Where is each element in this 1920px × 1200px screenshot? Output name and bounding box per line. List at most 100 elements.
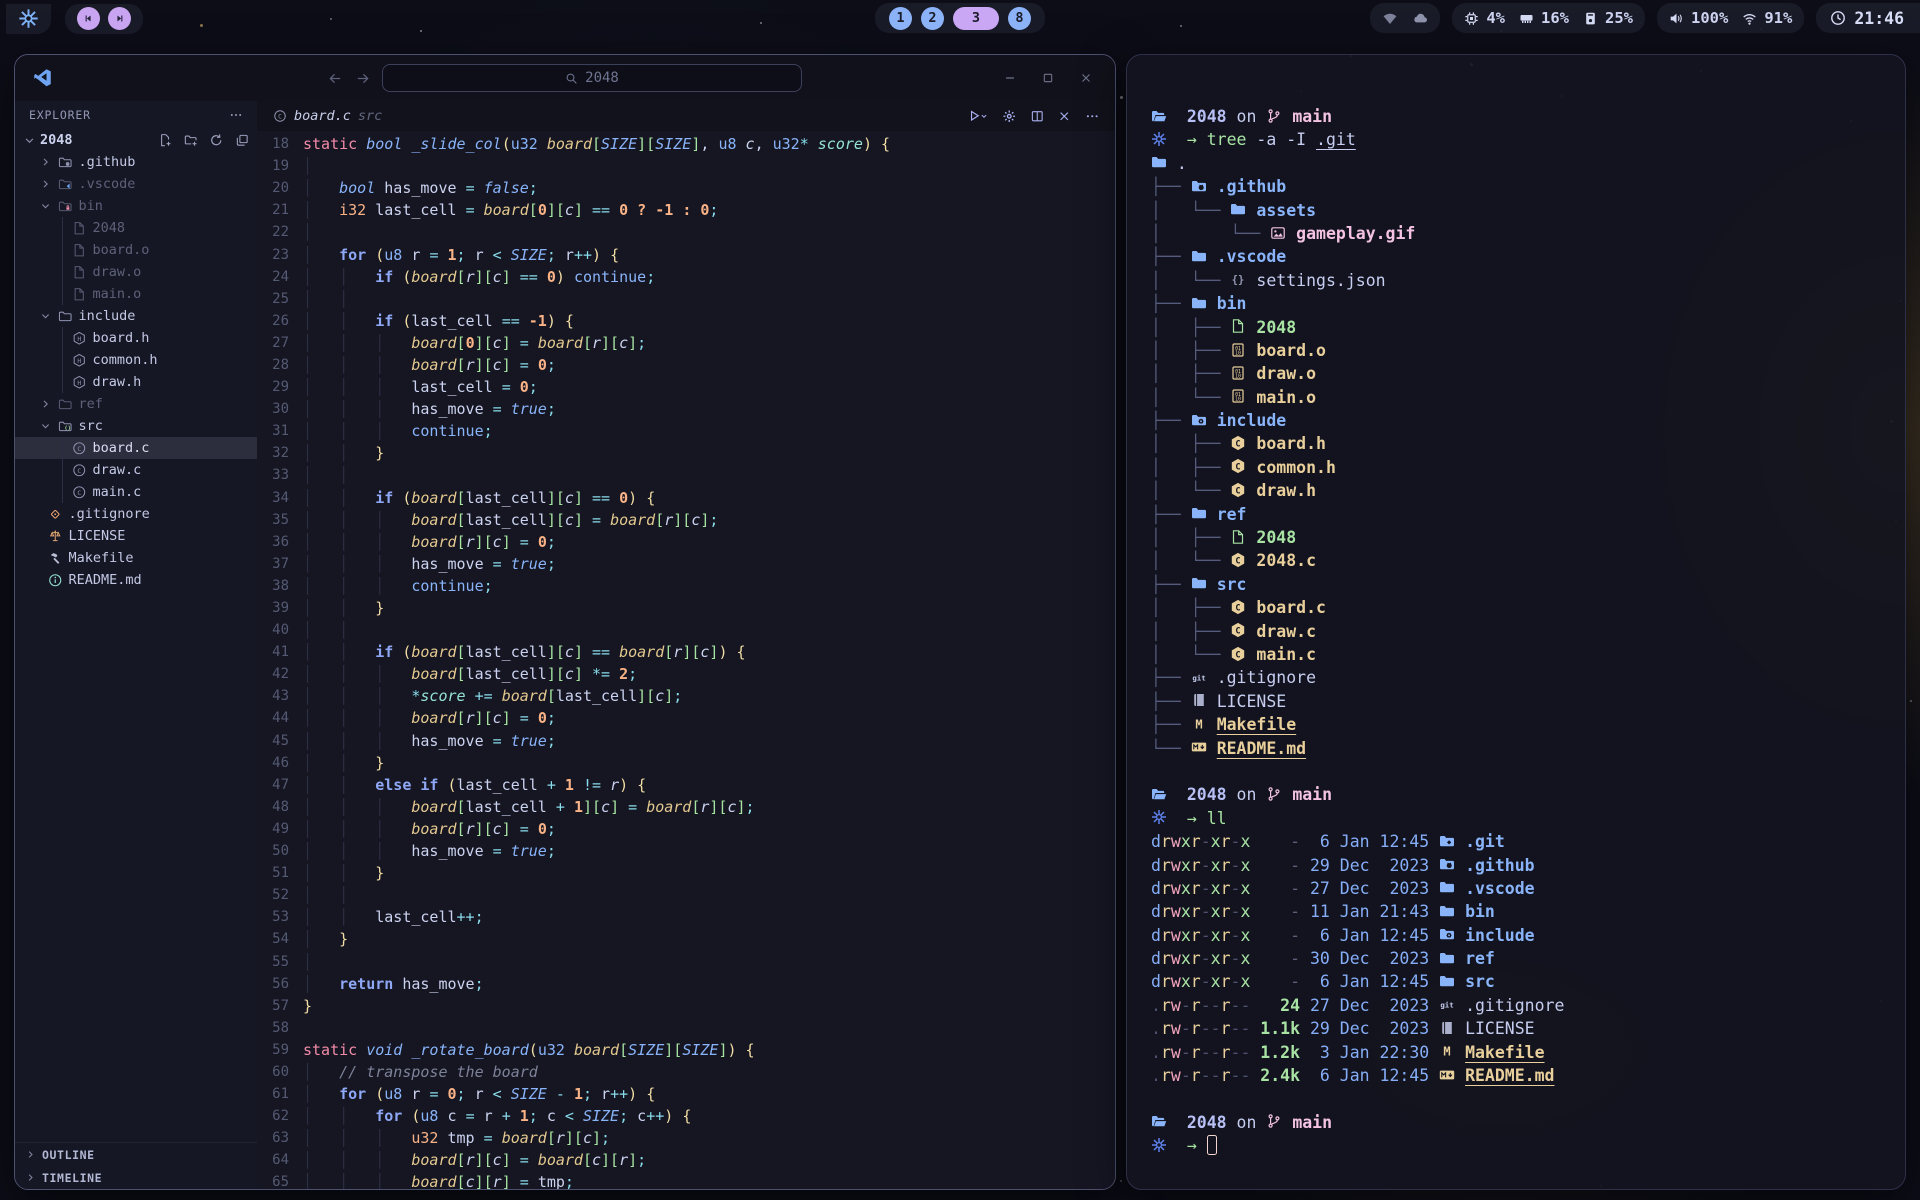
markdown-icon [1439,1067,1455,1083]
workspace-1[interactable]: 1 [889,7,912,30]
terminal-cursor[interactable] [1207,1135,1217,1155]
explorer-item-main.c[interactable]: Cmain.c [15,481,257,503]
terminal-line: 2048 on main [1151,1111,1881,1134]
clock-widget[interactable]: 21:46 [1816,3,1920,33]
settings-gear-icon[interactable] [1002,109,1017,124]
disk-value: 25% [1605,9,1633,27]
run-debug-button[interactable] [967,109,990,124]
explorer-item-.vscode[interactable]: .vscode [15,173,257,195]
line-number: 26 [257,313,303,329]
explorer-item-bin[interactable]: bin [15,195,257,217]
code-line-23: 23│ for (u8 r = 1; r < SIZE; r++) { [257,243,1115,265]
terminal-line: drwxr-xr-x - 6 Jan 12:45 include [1151,924,1881,947]
file-label: draw.h [93,374,142,390]
search-icon [565,72,578,85]
editor-window[interactable]: 2048 EXPLORER 2048 .github.vscodebin2048… [14,54,1116,1190]
code-line-60: 60│ // transpose the board [257,1061,1115,1083]
explorer-item-LICENSE[interactable]: LICENSE [15,525,257,547]
code-line-38: 38│ │ │ continue; [257,575,1115,597]
tab-file-dir: src [358,108,382,124]
explorer-item-include[interactable]: include [15,305,257,327]
editor-titlebar[interactable]: 2048 [15,55,1115,101]
split-editor-icon[interactable] [1030,109,1045,124]
code-line-43: 43│ │ │ *score += board[last_cell][c]; [257,685,1115,707]
code-line-51: 51│ │ } [257,862,1115,884]
svg-text:C: C [1236,603,1241,613]
svg-text:C: C [278,114,282,121]
file-label: draw.c [93,462,142,478]
line-number: 62 [257,1108,303,1124]
line-number: 59 [257,1042,303,1058]
weather-widget[interactable] [1370,3,1440,33]
command-center-search[interactable]: 2048 [382,64,802,92]
terminal-window[interactable]: 2048 on main → tree -a -I .git .├── .git… [1126,54,1906,1190]
line-number: 25 [257,291,303,307]
explorer-item-src[interactable]: ()src [15,415,257,437]
more-actions-icon[interactable] [1085,109,1100,124]
system-stats[interactable]: 4%16%25% [1452,3,1645,33]
terminal-line: │ └── {} settings.json [1151,269,1881,292]
code-line-33: 33│ │ [257,464,1115,486]
code-line-28: 28│ │ │ board[r][c] = 0; [257,354,1115,376]
explorer-item-README.md[interactable]: README.md [15,569,257,591]
explorer-item-draw.c[interactable]: Cdraw.c [15,459,257,481]
new-file-button[interactable] [158,133,173,148]
code-line-64: 64│ │ │ board[r][c] = board[c][r]; [257,1149,1115,1171]
timeline-section[interactable]: TIMELINE [15,1166,257,1189]
terminal-line: ├── git .gitignore [1151,666,1881,689]
minimize-button[interactable] [1003,71,1017,85]
outline-section[interactable]: OUTLINE [15,1143,257,1166]
explorer-item-.github[interactable]: .github [15,151,257,173]
terminal-line: │ ├── C common.h [1151,456,1881,479]
file-label: bin [79,198,103,214]
chevron-down-icon [39,420,52,432]
explorer-item-Makefile[interactable]: Makefile [15,547,257,569]
workspace-2[interactable]: 2 [921,7,944,30]
line-number: 52 [257,887,303,903]
file-label: main.c [93,484,142,500]
code-line-20: 20│ bool has_move = false; [257,177,1115,199]
svg-text:(): () [64,425,71,431]
code-line-32: 32│ │ } [257,442,1115,464]
tab-board-c[interactable]: C board.c src [273,108,382,124]
explorer-item-board.c[interactable]: Cboard.c [15,437,257,459]
terminal-line: └── README.md [1151,737,1881,760]
line-number: 46 [257,755,303,771]
code-editor[interactable]: 18static bool _slide_col(u32 board[SIZE]… [257,131,1115,1189]
nav-back-button[interactable] [328,71,343,86]
explorer-item-2048[interactable]: 2048 [15,217,257,239]
explorer-root-folder[interactable]: 2048 [15,129,257,151]
audio-network-status[interactable]: 100%91% [1657,3,1804,33]
maximize-button[interactable] [1041,71,1055,85]
code-line-27: 27│ │ │ board[0][c] = board[r][c]; [257,332,1115,354]
line-number: 36 [257,534,303,550]
explorer-item-.gitignore[interactable]: .gitignore [15,503,257,525]
collapse-all-button[interactable] [235,133,250,148]
explorer-item-main.o[interactable]: main.o [15,283,257,305]
file-label: board.o [93,242,150,258]
line-number: 58 [257,1020,303,1036]
explorer-more-icon[interactable] [229,108,243,122]
close-editor-icon[interactable] [1057,109,1072,124]
hcirc-icon: H [72,353,87,368]
code-line-52: 52│ │ [257,884,1115,906]
workspace-3[interactable]: 3 [953,7,999,30]
explorer-item-board.h[interactable]: Hboard.h [15,327,257,349]
nav-forward-button[interactable] [355,71,370,86]
close-button[interactable] [1079,71,1093,85]
explorer-item-draw.h[interactable]: Hdraw.h [15,371,257,393]
explorer-item-draw.o[interactable]: draw.o [15,261,257,283]
explorer-item-ref[interactable]: ref [15,393,257,415]
explorer-item-common.h[interactable]: Hcommon.h [15,349,257,371]
skip-back-button[interactable] [77,7,100,30]
workspace-8[interactable]: 8 [1008,7,1031,30]
explorer-item-board.o[interactable]: board.o [15,239,257,261]
code-line-18: 18static bool _slide_col(u32 board[SIZE]… [257,133,1115,155]
launcher-button[interactable] [6,4,51,34]
terminal-line: . [1151,152,1881,175]
new-folder-button[interactable] [184,133,199,148]
search-value: 2048 [585,70,619,86]
skip-back-icon [83,13,94,24]
refresh-button[interactable] [209,133,224,148]
skip-forward-button[interactable] [108,7,131,30]
